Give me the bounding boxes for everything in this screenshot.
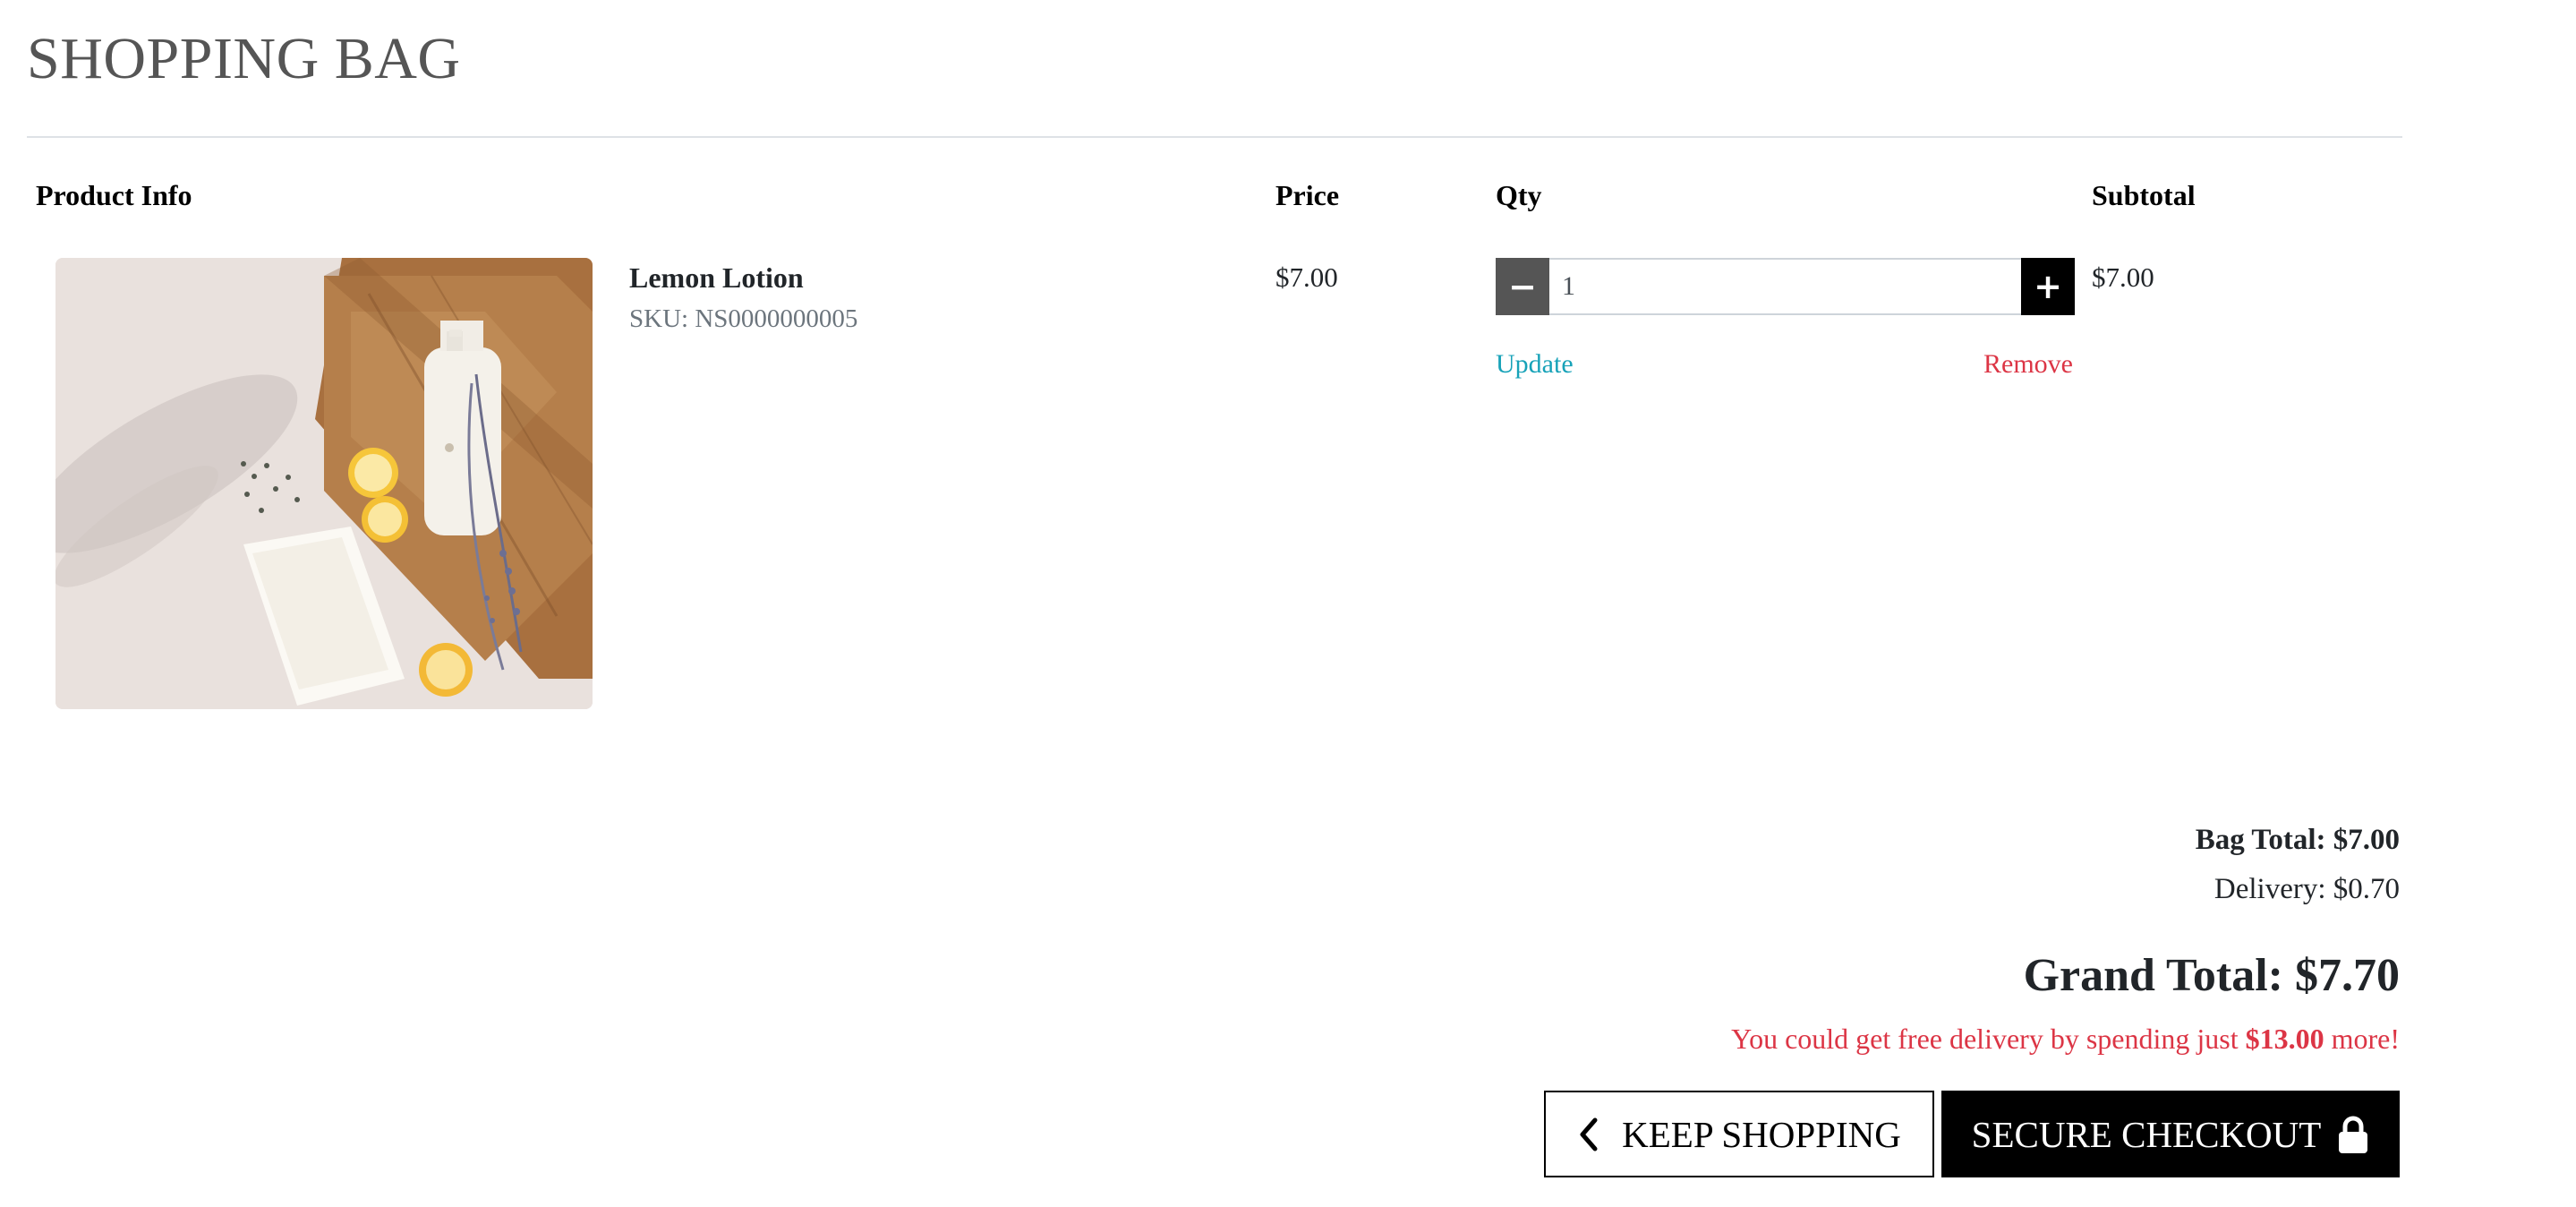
minus-icon: − [1508, 267, 1537, 306]
shopping-bag-page: SHOPPING BAG Product Info Price Qty Subt… [0, 0, 2576, 1207]
grand-total: Grand Total: $7.70 [2023, 950, 2400, 1001]
product-name[interactable]: Lemon Lotion [629, 261, 804, 295]
delivery-cost: Delivery: $0.70 [2213, 873, 2400, 905]
product-subtotal: $7.00 [2092, 261, 2154, 293]
keep-shopping-button[interactable]: KEEP SHOPPING [1544, 1091, 1934, 1177]
header-subtotal: Subtotal [2092, 179, 2196, 211]
product-image[interactable] [55, 258, 593, 709]
quantity-stepper: − + [1496, 258, 2075, 315]
title-divider [27, 136, 2402, 138]
keep-shopping-label: KEEP SHOPPING [1622, 1113, 1901, 1155]
update-link[interactable]: Update [1496, 349, 1574, 380]
free-delivery-prefix: You could get free delivery by spending … [1731, 1023, 2239, 1055]
page-title: SHOPPING BAG [27, 26, 461, 91]
secure-checkout-button[interactable]: SECURE CHECKOUT [1941, 1091, 2400, 1177]
plus-icon: + [2034, 267, 2062, 306]
bag-total: Bag Total: $7.00 [2195, 824, 2400, 856]
quantity-input[interactable] [1549, 258, 2021, 315]
header-product-info: Product Info [36, 179, 192, 211]
chevron-left-icon [1580, 1117, 1598, 1151]
free-delivery-suffix: more! [2331, 1023, 2400, 1055]
free-delivery-message: You could get free delivery by spending … [1731, 1023, 2400, 1056]
secure-checkout-label: SECURE CHECKOUT [1971, 1113, 2322, 1155]
remove-link[interactable]: Remove [1983, 349, 2073, 380]
header-qty: Qty [1496, 179, 1542, 211]
free-delivery-amount: $13.00 [2245, 1023, 2324, 1055]
header-price: Price [1275, 179, 1340, 211]
product-sku: SKU: NS0000000005 [629, 304, 858, 333]
lock-icon [2339, 1116, 2368, 1153]
increase-quantity-button[interactable]: + [2021, 258, 2075, 315]
decrease-quantity-button[interactable]: − [1496, 258, 1549, 315]
product-price: $7.00 [1275, 261, 1338, 293]
